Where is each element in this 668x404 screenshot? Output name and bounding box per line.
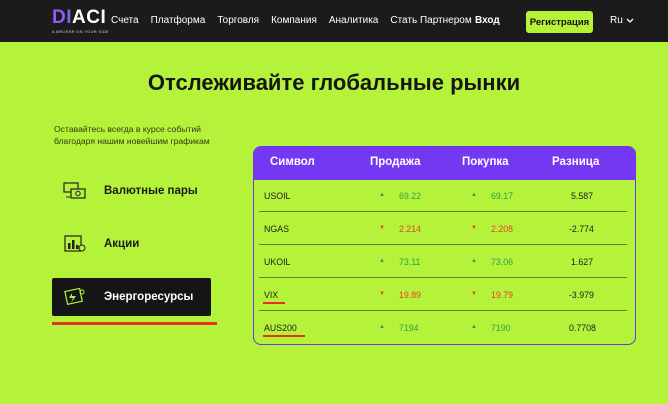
category-label-energy: Энергоресурсы <box>104 291 194 303</box>
table-row[interactable]: NGAS ▼ 2.214 ▼ 2.208 -2.774 <box>259 213 627 245</box>
quotes-table: Символ Продажа Покупка Разница USOIL ▲ 6… <box>253 146 636 345</box>
logo-text-aci: ACI <box>72 7 107 28</box>
buy-cell: 19.79 <box>491 290 514 300</box>
buy-cell: 73.06 <box>491 257 514 267</box>
table-row[interactable]: USOIL ▲ 69.22 ▲ 69.17 5.587 <box>259 180 627 212</box>
page-title: Отслеживайте глобальные рынки <box>147 70 521 95</box>
price-up-icon: ▲ <box>379 192 385 198</box>
price-up-icon: ▲ <box>471 192 477 198</box>
menu-item-accounts[interactable]: Счета <box>111 15 139 26</box>
energy-icon <box>62 286 88 308</box>
symbol-cell: VIX <box>264 290 279 300</box>
main-menu: Счета Платформа Торговля Компания Аналит… <box>111 15 484 26</box>
menu-item-partner[interactable]: Стать Партнером <box>390 15 471 26</box>
price-down-icon: ▼ <box>379 225 385 231</box>
difference-cell: -3.979 <box>569 290 594 300</box>
price-down-icon: ▼ <box>471 291 477 297</box>
sell-cell: 69.22 <box>399 191 422 201</box>
symbol-cell: AUS200 <box>264 323 297 333</box>
language-selector[interactable]: Ru <box>610 15 634 26</box>
category-energy[interactable]: Энергоресурсы <box>52 278 211 316</box>
currency-pairs-icon <box>62 180 88 202</box>
active-category-underline <box>52 322 217 325</box>
price-down-icon: ▼ <box>379 291 385 297</box>
table-row[interactable]: UKOIL ▲ 73.11 ▲ 73.06 1.627 <box>259 246 627 278</box>
difference-cell: 0.7708 <box>569 323 596 333</box>
logo-tagline: A BROKER ON YOUR SIDE <box>52 29 109 34</box>
category-label-currency-pairs: Валютные пары <box>104 185 198 197</box>
column-header-buy: Покупка <box>462 156 509 168</box>
top-nav-bar: DI ACI A BROKER ON YOUR SIDE Счета Платфо… <box>0 0 668 42</box>
category-label-stocks: Акции <box>104 238 140 250</box>
symbol-cell: USOIL <box>264 191 291 201</box>
language-label: Ru <box>610 15 623 26</box>
register-button[interactable]: Регистрация <box>526 11 593 33</box>
symbol-cell: NGAS <box>264 224 289 234</box>
table-row[interactable]: VIX ▼ 19.89 ▼ 19.79 -3.979 <box>259 279 627 311</box>
sell-cell: 2.214 <box>399 224 422 234</box>
column-header-sell: Продажа <box>370 156 421 168</box>
price-up-icon: ▲ <box>379 324 385 330</box>
category-stocks[interactable]: Акции <box>52 225 211 263</box>
table-header: Символ Продажа Покупка Разница <box>254 147 635 180</box>
table-row[interactable]: AUS200 ▲ 7194 ▲ 7190 0.7708 <box>259 312 627 344</box>
login-link[interactable]: Вход <box>475 15 500 26</box>
logo-text-di: DI <box>52 7 72 28</box>
price-up-icon: ▲ <box>471 258 477 264</box>
sell-cell: 73.11 <box>399 257 421 267</box>
menu-item-platform[interactable]: Платформа <box>151 15 206 26</box>
difference-cell: 1.627 <box>571 257 594 267</box>
price-up-icon: ▲ <box>471 324 477 330</box>
column-header-difference: Разница <box>552 156 600 168</box>
menu-item-analytics[interactable]: Аналитика <box>329 15 379 26</box>
menu-item-trading[interactable]: Торговля <box>217 15 259 26</box>
symbol-underline <box>263 335 305 337</box>
symbol-cell: UKOIL <box>264 257 291 267</box>
stocks-icon <box>62 233 88 255</box>
difference-cell: 5.587 <box>571 191 594 201</box>
menu-item-company[interactable]: Компания <box>271 15 317 26</box>
sell-cell: 7194 <box>399 323 419 333</box>
price-up-icon: ▲ <box>379 258 385 264</box>
price-down-icon: ▼ <box>471 225 477 231</box>
symbol-underline <box>263 302 285 304</box>
chevron-down-icon <box>626 18 634 23</box>
sell-cell: 19.89 <box>399 290 422 300</box>
buy-cell: 2.208 <box>491 224 514 234</box>
logo[interactable]: DI ACI A BROKER ON YOUR SIDE <box>52 7 109 34</box>
hero-subtext: Оставайтесь всегда в курсе событий благо… <box>54 124 210 146</box>
buy-cell: 7190 <box>491 323 511 333</box>
column-header-symbol: Символ <box>270 156 315 168</box>
difference-cell: -2.774 <box>569 224 594 234</box>
category-currency-pairs[interactable]: Валютные пары <box>52 172 211 210</box>
buy-cell: 69.17 <box>491 191 514 201</box>
